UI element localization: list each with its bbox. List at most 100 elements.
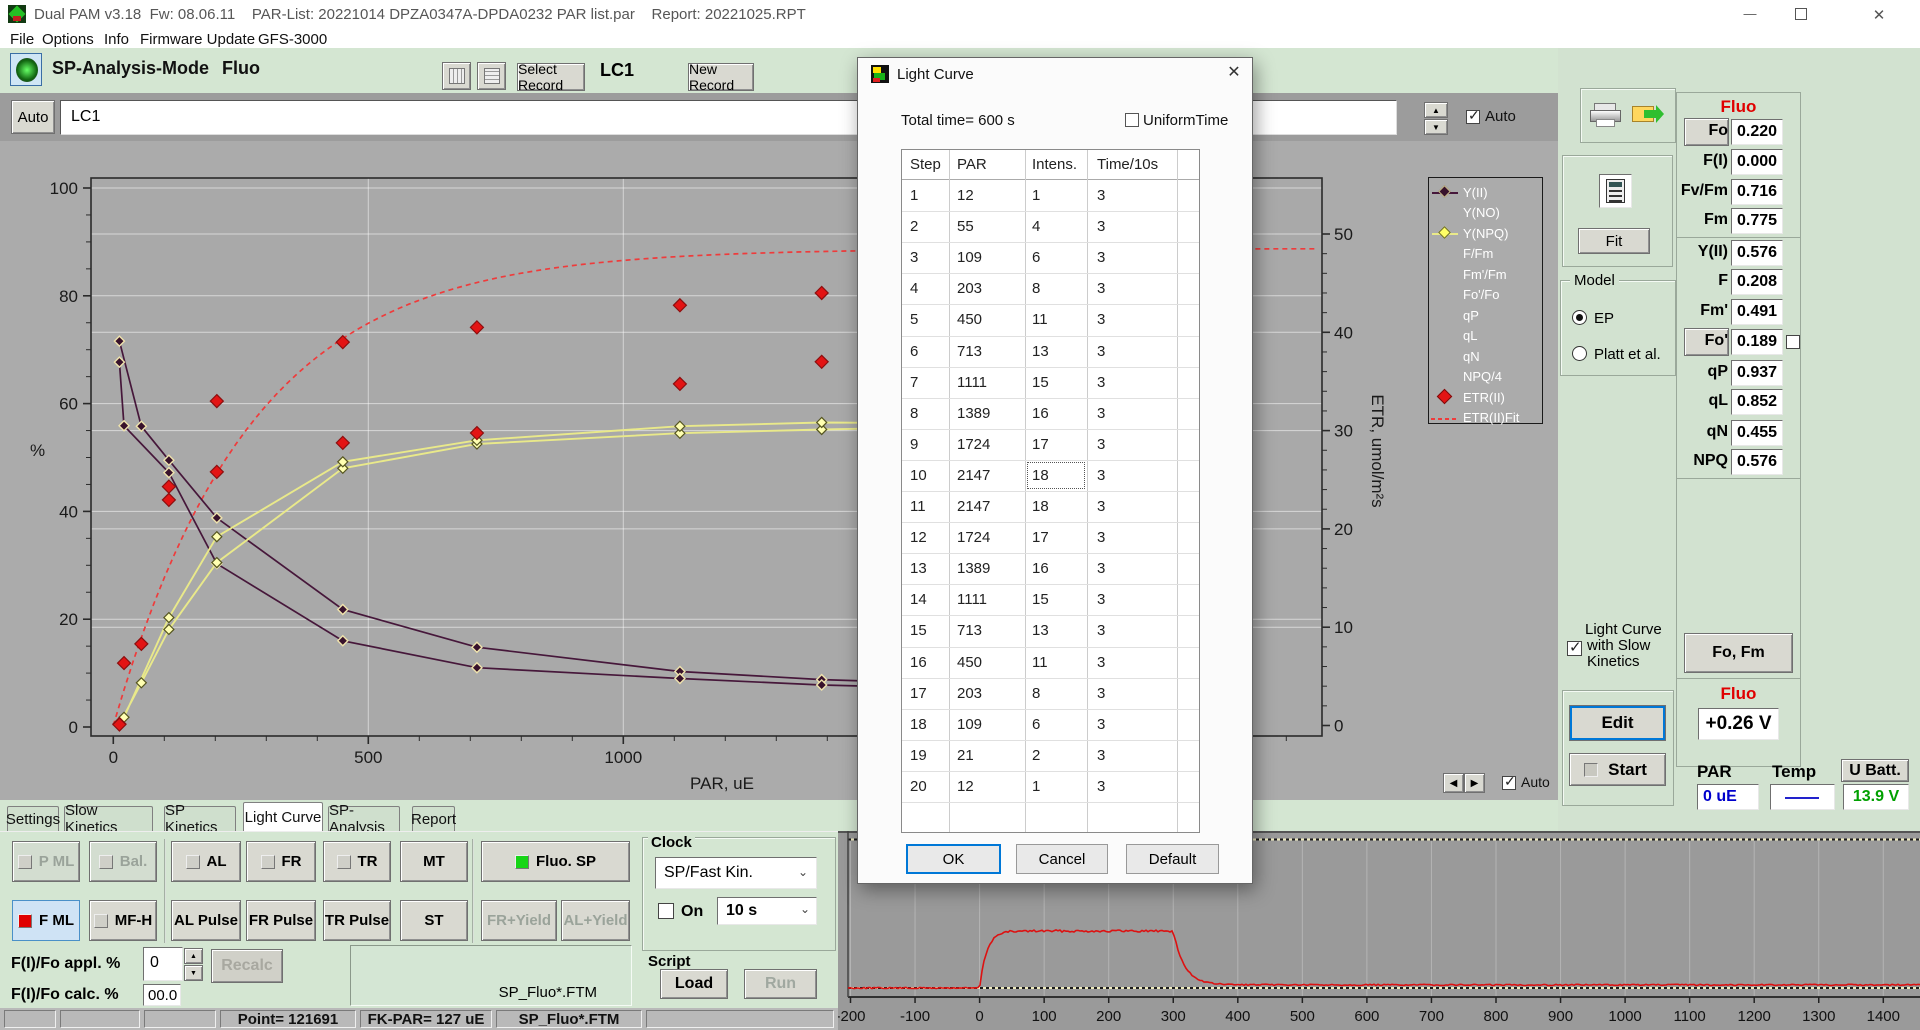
spin-down-button[interactable]: ▼ xyxy=(1424,119,1448,135)
al-pulse-button[interactable]: AL Pulse xyxy=(171,900,241,941)
table-row[interactable]: 11213 xyxy=(902,180,1199,211)
interval-dropdown[interactable]: 10 s⌄ xyxy=(717,897,817,925)
fm--value: 0.491 xyxy=(1731,299,1783,325)
table-row[interactable]: 6713133 xyxy=(902,336,1199,367)
qp-value: 0.937 xyxy=(1731,360,1783,386)
table-row[interactable]: 5450113 xyxy=(902,304,1199,335)
fifo-appl-down[interactable]: ▼ xyxy=(184,965,203,981)
close-button[interactable]: ✕ xyxy=(1862,6,1896,24)
edit-button[interactable]: Edit xyxy=(1569,705,1666,741)
default-button[interactable]: Default xyxy=(1126,844,1219,874)
tab-sp-analysis[interactable]: SP-Analysis xyxy=(328,806,400,831)
p-ml-button[interactable]: P ML xyxy=(12,841,80,882)
f-ml-button[interactable]: F ML xyxy=(12,900,80,941)
tr-button[interactable]: TR xyxy=(323,841,391,882)
start-button[interactable]: Start xyxy=(1569,753,1666,786)
select-record-button[interactable]: Select Record xyxy=(517,63,585,91)
legend-label: NPQ/4 xyxy=(1463,369,1502,384)
dialog-close-icon[interactable]: ✕ xyxy=(1220,62,1248,88)
legend-label: qN xyxy=(1463,349,1480,364)
grid-view-button[interactable] xyxy=(442,62,471,90)
table-row[interactable]: 310963 xyxy=(902,242,1199,273)
table-row[interactable]: 112147183 xyxy=(902,491,1199,522)
menu-item-info[interactable]: Info xyxy=(104,31,129,48)
table-row[interactable]: 15713133 xyxy=(902,615,1199,646)
table-row[interactable]: 121724173 xyxy=(902,522,1199,553)
svg-text:PAR, uE: PAR, uE xyxy=(690,774,754,793)
lc-slow-kinetics-checkbox[interactable]: ✓ xyxy=(1567,641,1582,656)
tab-sp-kinetics[interactable]: SP Kinetics xyxy=(164,806,236,831)
table-row[interactable]: 102147183 xyxy=(902,460,1199,491)
menu-item-file[interactable]: File xyxy=(10,31,34,48)
table-row[interactable]: 201213 xyxy=(902,771,1199,802)
cancel-button[interactable]: Cancel xyxy=(1016,844,1108,874)
table-row[interactable]: 81389163 xyxy=(902,398,1199,429)
fifo-appl-field[interactable]: 0 xyxy=(143,947,183,981)
clock-on-checkbox[interactable] xyxy=(658,903,674,919)
fr-yield-button[interactable]: FR+Yield xyxy=(481,900,557,941)
bal--button[interactable]: Bal. xyxy=(89,841,157,882)
cell-par: 109 xyxy=(957,716,982,733)
tab-light-curve[interactable]: Light Curve xyxy=(243,802,323,831)
fr-pulse-button[interactable]: FR Pulse xyxy=(246,900,316,941)
al-button[interactable]: AL xyxy=(171,841,241,882)
table-row[interactable]: 1720383 xyxy=(902,678,1199,709)
fm-value: 0.775 xyxy=(1731,208,1783,234)
load-button[interactable]: Load xyxy=(660,969,728,999)
mf-h-label: MF-H xyxy=(115,912,153,929)
table-row[interactable]: 71111153 xyxy=(902,367,1199,398)
mf-h-button[interactable]: MF-H xyxy=(89,900,157,941)
fo--checkbox[interactable] xyxy=(1786,335,1800,349)
uniform-time-checkbox[interactable] xyxy=(1125,113,1139,127)
fo--value: 0.189 xyxy=(1731,329,1783,355)
tr-pulse-button[interactable]: TR Pulse xyxy=(323,900,391,941)
tab-slow-kinetics[interactable]: Slow Kinetics xyxy=(64,806,153,831)
red-dash-icon xyxy=(1429,410,1463,426)
model-radio-ep[interactable] xyxy=(1572,310,1587,325)
model-radio-platt[interactable] xyxy=(1572,346,1587,361)
run-button[interactable]: Run xyxy=(744,969,817,999)
table-row[interactable]: 420383 xyxy=(902,273,1199,304)
recalc-button[interactable]: Recalc xyxy=(211,949,283,983)
st-button[interactable]: ST xyxy=(400,900,468,941)
none-icon xyxy=(1429,348,1463,364)
chart-legend[interactable]: Y(II)Y(NO)Y(NPQ)F/FmFm'/FmFo'/FoqPqLqNNP… xyxy=(1428,177,1543,424)
print-icon[interactable] xyxy=(1590,103,1622,127)
new-record-button[interactable]: New Record xyxy=(688,63,754,91)
fifo-appl-up[interactable]: ▲ xyxy=(184,948,203,964)
spin-up-button[interactable]: ▲ xyxy=(1424,102,1448,118)
table-row[interactable]: 91724173 xyxy=(902,429,1199,460)
maximize-button[interactable] xyxy=(1795,8,1807,20)
table-row[interactable]: 16450113 xyxy=(902,647,1199,678)
auto-button[interactable]: Auto xyxy=(11,100,55,134)
record-next-button[interactable]: ▶ xyxy=(1464,773,1485,793)
tab-report[interactable]: Report xyxy=(412,806,455,831)
table-row[interactable]: 192123 xyxy=(902,740,1199,771)
chart-auto-checkbox[interactable]: ✓ xyxy=(1502,776,1516,790)
menu-item-gfs-3000[interactable]: GFS-3000 xyxy=(258,31,327,48)
auto-checkbox[interactable]: ✓ xyxy=(1466,110,1480,124)
auto-checkbox-label: Auto xyxy=(1485,108,1516,125)
fluo-sp-button[interactable]: Fluo. SP xyxy=(481,841,630,882)
fo-fm-button[interactable]: Fo, Fm xyxy=(1684,633,1793,673)
menu-item-options[interactable]: Options xyxy=(42,31,94,48)
minimize-button[interactable]: — xyxy=(1733,6,1767,21)
table-row[interactable]: 141111153 xyxy=(902,584,1199,615)
calculator-icon[interactable] xyxy=(1599,174,1632,208)
ok-button[interactable]: OK xyxy=(906,844,1001,874)
table-row[interactable]: 1810963 xyxy=(902,709,1199,740)
al-yield-button[interactable]: AL+Yield xyxy=(561,900,630,941)
cell-par: 12 xyxy=(957,778,974,795)
record-prev-button[interactable]: ◀ xyxy=(1443,773,1464,793)
cell-step: 17 xyxy=(910,685,927,702)
st-label: ST xyxy=(424,912,443,929)
tab-settings[interactable]: Settings xyxy=(7,806,59,831)
mt-button[interactable]: MT xyxy=(400,841,468,882)
menu-item-firmware-update[interactable]: Firmware Update xyxy=(140,31,255,48)
fr-button[interactable]: FR xyxy=(246,841,316,882)
clock-mode-dropdown[interactable]: SP/Fast Kin.⌄ xyxy=(655,857,817,889)
table-row[interactable]: 25543 xyxy=(902,211,1199,242)
mode-icon[interactable] xyxy=(10,53,42,86)
grid-view-button-2[interactable] xyxy=(477,62,506,90)
table-row[interactable]: 131389163 xyxy=(902,553,1199,584)
